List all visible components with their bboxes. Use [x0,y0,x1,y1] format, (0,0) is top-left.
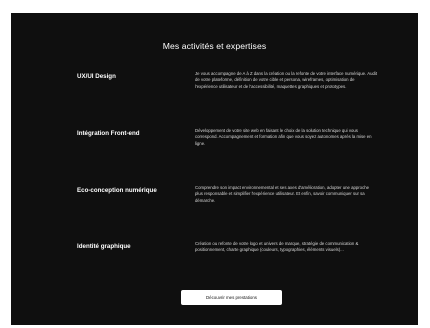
expertise-title: Intégration Front-end [77,130,140,137]
expertise-description: Développement de votre site web en faisa… [195,128,372,146]
expertise-description: Comprendre son impact environnemental et… [195,185,369,203]
expertise-description: Création ou refonte de votre logo et uni… [195,241,359,253]
expertise-description: Je vous accompagne de A à Z dans la créa… [195,71,378,89]
dark-content-panel: Mes activités et expertises UX/UI Design… [11,13,418,325]
expertise-title: Identité graphique [77,243,131,250]
expertise-title: Eco-conception numérique [77,187,157,194]
section-title: Mes activités et expertises [162,41,267,51]
discover-services-button[interactable]: Découvrir mes prestations [181,290,282,305]
expertise-title: UX/UI Design [77,73,116,80]
